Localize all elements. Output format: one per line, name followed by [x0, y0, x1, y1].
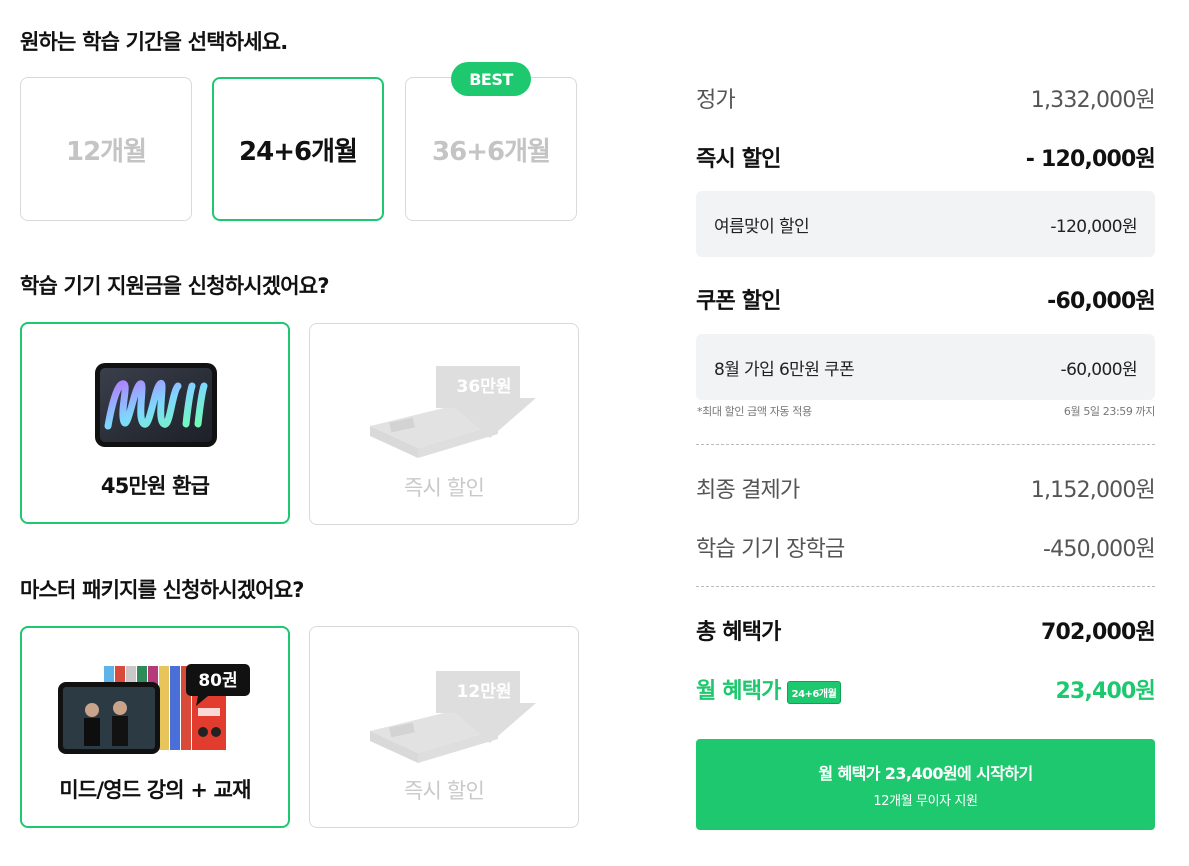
package-section-title: 마스터 패키지를 신청하시겠어요?	[20, 578, 304, 602]
period-option-24-6[interactable]: 24+6개월	[212, 77, 384, 221]
package-option-label: 즉시 할인	[404, 779, 485, 803]
instant-discount-row: 즉시 할인 - 120,000원	[696, 141, 1156, 173]
start-button[interactable]: 월 혜택가 23,400원에 시작하기 12개월 무이자 지원	[696, 739, 1155, 830]
tablet-and-books-illustration: 80권	[58, 664, 250, 754]
total-benefit-label: 총 혜택가	[696, 620, 781, 645]
coupon-discount-detail: 8월 가입 6만원 쿠폰 -60,000원	[696, 334, 1155, 400]
instant-discount-value: - 120,000원	[1025, 147, 1156, 172]
device-option-label: 즉시 할인	[404, 476, 485, 500]
package-option-instant[interactable]: 12만원 즉시 할인	[309, 626, 579, 828]
scholarship-row: 학습 기기 장학금 -450,000원	[696, 531, 1156, 563]
period-mini-badge: 24+6개월	[786, 680, 842, 704]
coupon-detail-label: 8월 가입 6만원 쿠폰	[714, 359, 855, 380]
device-section-title: 학습 기기 지원금을 신청하시겠어요?	[20, 274, 330, 298]
monthly-benefit-row: 월 혜택가 24+6개월 23,400원	[696, 673, 1156, 705]
box-with-price-tag-illustration: 12만원	[370, 671, 536, 763]
list-price-label: 정가	[696, 88, 736, 113]
divider	[696, 586, 1155, 587]
coupon-detail-value: -60,000원	[1060, 359, 1138, 380]
final-price-value: 1,152,000원	[1030, 478, 1156, 503]
instant-discount-label: 즉시 할인	[696, 147, 781, 172]
instant-detail-value: -120,000원	[1050, 216, 1137, 237]
list-price-value: 1,332,000원	[1030, 88, 1156, 113]
total-benefit-row: 총 혜택가 702,000원	[696, 614, 1156, 646]
books-count-bubble: 80권	[198, 671, 237, 691]
final-price-label: 최종 결제가	[696, 478, 800, 503]
box-with-price-tag-illustration: 36만원	[370, 366, 536, 458]
period-option-12[interactable]: 12개월	[20, 77, 192, 221]
period-section-title: 원하는 학습 기간을 선택하세요.	[20, 30, 288, 54]
device-option-label: 45만원 환급	[100, 474, 210, 498]
coupon-discount-row: 쿠폰 할인 -60,000원	[696, 283, 1156, 315]
period-option-label: 24+6개월	[239, 136, 358, 167]
period-option-label: 36+6개월	[432, 136, 551, 167]
instant-discount-detail: 여름맞이 할인 -120,000원	[696, 191, 1155, 257]
device-option-refund[interactable]: 45만원 환급	[20, 322, 290, 524]
coupon-discount-label: 쿠폰 할인	[696, 289, 781, 314]
period-option-36-6[interactable]: 36+6개월	[405, 77, 577, 221]
instant-detail-label: 여름맞이 할인	[714, 216, 810, 237]
price-tag-label: 36만원	[457, 377, 512, 397]
package-option-course[interactable]: 80권 미드/영드 강의 + 교재	[20, 626, 290, 828]
scholarship-label: 학습 기기 장학금	[696, 537, 845, 562]
final-price-row: 최종 결제가 1,152,000원	[696, 472, 1156, 504]
list-price-row: 정가 1,332,000원	[696, 82, 1156, 114]
package-option-label: 미드/영드 강의 + 교재	[59, 778, 251, 802]
divider	[696, 444, 1155, 445]
price-tag-label: 12만원	[457, 682, 512, 702]
period-option-label: 12개월	[65, 136, 147, 167]
total-benefit-value: 702,000원	[1040, 620, 1156, 645]
monthly-benefit-label-group: 월 혜택가 24+6개월	[696, 673, 842, 705]
scholarship-value: -450,000원	[1043, 537, 1156, 562]
monthly-benefit-label: 월 혜택가	[696, 679, 781, 704]
coupon-discount-value: -60,000원	[1047, 289, 1156, 314]
discount-note: *최대 할인 금액 자동 적용	[697, 405, 812, 418]
deadline-note: 6월 5일 23:59 까지	[1063, 405, 1155, 418]
monthly-benefit-value: 23,400원	[1055, 679, 1155, 704]
start-button-sublabel: 12개월 무이자 지원	[873, 794, 978, 809]
ipad-mini-illustration	[95, 363, 217, 447]
best-badge: BEST	[451, 62, 531, 96]
start-button-label: 월 혜택가 23,400원에 시작하기	[818, 764, 1033, 783]
device-option-instant[interactable]: 36만원 즉시 할인	[309, 323, 579, 525]
